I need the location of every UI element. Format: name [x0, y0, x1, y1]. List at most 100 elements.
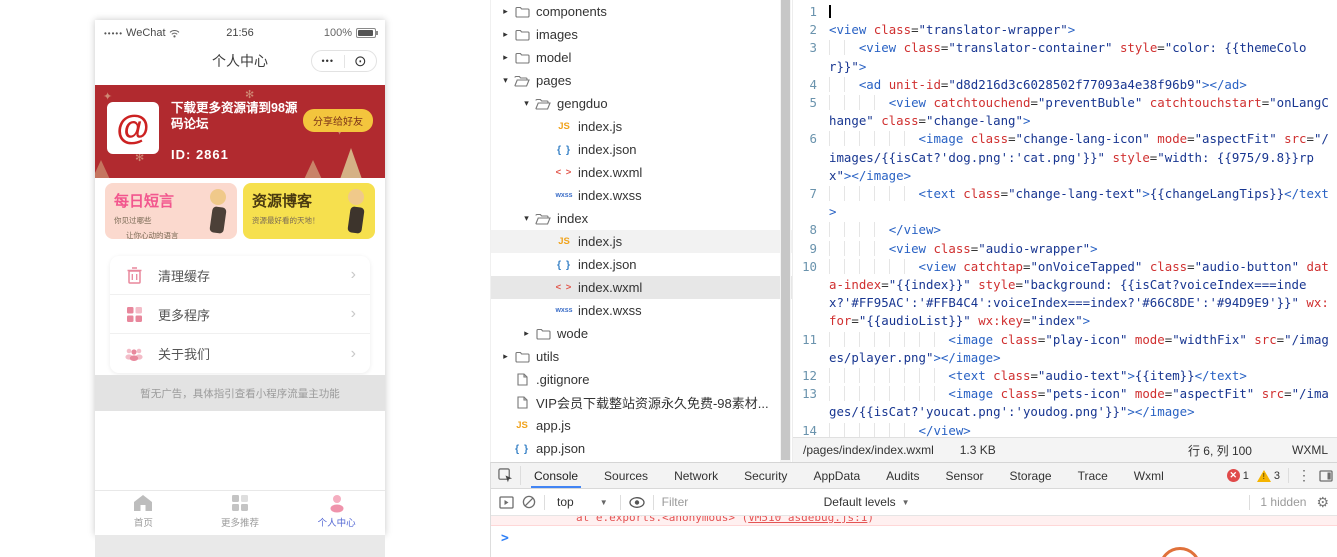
console-settings-icon[interactable]: ⚙	[1316, 494, 1329, 511]
devtools-tab-network[interactable]: Network	[661, 463, 731, 488]
tree-item[interactable]: < >index.wxml	[491, 276, 792, 299]
kebab-menu-icon[interactable]: ⋮	[1297, 467, 1311, 484]
chevron-right-icon[interactable]: ▸	[520, 328, 533, 339]
code-line[interactable]: 7 <text class="change-lang-text">{{chang…	[793, 185, 1337, 221]
code-line[interactable]: 2<view class="translator-wrapper">	[793, 21, 1337, 39]
code-line[interactable]: 12 <text class="audio-text">{{item}}</te…	[793, 367, 1337, 385]
tree-item-label: index.json	[574, 142, 637, 157]
devtools-tab-sources[interactable]: Sources	[591, 463, 661, 488]
tree-decoration	[301, 160, 325, 178]
tree-item[interactable]: ▾ pages	[491, 69, 792, 92]
code-line[interactable]: 5 <view catchtouchend="preventBuble" cat…	[793, 94, 1337, 130]
tree-item[interactable]: ▸model	[491, 46, 792, 69]
tree-item[interactable]: ▾gengduo	[491, 92, 792, 115]
inspect-element-icon[interactable]	[491, 466, 521, 485]
code-line[interactable]: 4 <ad unit-id="d8d216d3c6028502f77093a4e…	[793, 76, 1337, 94]
tree-item[interactable]: { }index.json	[491, 253, 792, 276]
console-error-message[interactable]: at e.exports.<anonymous> (VM510 asdebug.…	[491, 516, 1337, 526]
sidebar-toggle-icon[interactable]	[499, 496, 514, 509]
warning-badge[interactable]: 3	[1257, 470, 1280, 482]
line-number: 14	[793, 422, 829, 437]
tree-item[interactable]: JSindex.js	[491, 230, 792, 253]
console-prompt[interactable]: >	[491, 526, 1337, 546]
tree-item[interactable]: JSindex.js	[491, 115, 792, 138]
chevron-down-icon[interactable]: ▾	[520, 213, 533, 224]
filter-input[interactable]	[662, 495, 812, 509]
resource-blog-card[interactable]: 资源博客 资源最好看的天地！	[243, 183, 375, 239]
devtools-tab-bar: ConsoleSourcesNetworkSecurityAppDataAudi…	[491, 463, 1337, 489]
live-expression-icon[interactable]	[629, 497, 645, 508]
clear-console-icon[interactable]	[522, 495, 536, 509]
devtools-tab-wxml[interactable]: Wxml	[1121, 463, 1177, 488]
code-lines[interactable]: 12<view class="translator-wrapper">3 <vi…	[793, 0, 1337, 437]
more-menu-button[interactable]: •••	[312, 56, 344, 66]
tree-scrollbar[interactable]	[780, 0, 791, 462]
error-badge[interactable]: ✕ 1	[1227, 469, 1249, 482]
error-source-link[interactable]: VM510 asdebug.js:1	[748, 516, 867, 524]
chevron-down-icon[interactable]: ▾	[499, 75, 512, 86]
tree-item[interactable]: wxssindex.wxss	[491, 299, 792, 322]
code-line[interactable]: 14 </view>	[793, 422, 1337, 437]
devtools-tab-sensor[interactable]: Sensor	[933, 463, 997, 488]
code-line[interactable]: 10 <view catchtap="onVoiceTapped" class=…	[793, 258, 1337, 331]
code-line[interactable]: 8 </view>	[793, 221, 1337, 239]
tree-item[interactable]: { }app.json	[491, 437, 792, 460]
settings-menu: 清理缓存›更多程序›关于我们›	[110, 256, 370, 373]
tree-decoration	[95, 160, 113, 178]
code-line[interactable]: 1	[793, 3, 1337, 21]
tree-item-label: index.json	[574, 257, 637, 272]
chevron-right-icon[interactable]: ▸	[499, 351, 512, 362]
devtools-tab-console[interactable]: Console	[521, 463, 591, 488]
tabbar-item-home[interactable]: 首页	[95, 491, 192, 530]
scrollbar-thumb[interactable]	[781, 0, 790, 460]
apps-icon	[124, 304, 144, 324]
menu-item-apps[interactable]: 更多程序›	[110, 295, 370, 334]
tree-item[interactable]: { }index.json	[491, 138, 792, 161]
tree-item[interactable]: < >index.wxml	[491, 161, 792, 184]
floating-logo-icon[interactable]	[1159, 547, 1201, 557]
devtools-tab-security[interactable]: Security	[731, 463, 800, 488]
log-level-selector[interactable]: Default levels ▼	[820, 493, 914, 511]
tree-item[interactable]: ▸images	[491, 23, 792, 46]
line-number: 2	[793, 21, 829, 39]
menu-item-trash[interactable]: 清理缓存›	[110, 256, 370, 295]
code-line[interactable]: 3 <view class="translator-container" sty…	[793, 39, 1337, 75]
tree-item[interactable]: VIP会员下载整站资源永久免费-98素材...	[491, 391, 792, 414]
chevron-right-icon[interactable]: ▸	[499, 29, 512, 40]
code-line[interactable]: 6 <image class="change-lang-icon" mode="…	[793, 130, 1337, 185]
tree-item[interactable]: .gitignore	[491, 368, 792, 391]
tree-item[interactable]: ▸wode	[491, 322, 792, 345]
js-icon: JS	[512, 420, 532, 431]
language-mode-label[interactable]: WXML	[1292, 443, 1328, 457]
menu-item-people[interactable]: 关于我们›	[110, 334, 370, 373]
line-number: 11	[793, 331, 829, 367]
close-minibar-button[interactable]: ⊙	[345, 54, 377, 69]
tree-item[interactable]: wxssindex.wxss	[491, 184, 792, 207]
code-line[interactable]: 13 <image class="pets-icon" mode="aspect…	[793, 385, 1337, 421]
share-button[interactable]: 分享给好友	[303, 109, 373, 132]
promo-banner[interactable]: ✦ ✻ ✦ ✻ @ 下载更多资源请到98源码论坛 ID: 2861 分享给好友	[95, 85, 385, 178]
devtools-tab-trace[interactable]: Trace	[1065, 463, 1121, 488]
code-line[interactable]: 9 <view class="audio-wrapper">	[793, 240, 1337, 258]
tree-item[interactable]: ▾index	[491, 207, 792, 230]
chevron-right-icon[interactable]: ▸	[499, 52, 512, 63]
tabbar-item-grid[interactable]: 更多推荐	[192, 491, 289, 530]
dock-side-icon[interactable]	[1319, 470, 1333, 482]
code-line[interactable]: 11 <image class="play-icon" mode="widthF…	[793, 331, 1337, 367]
tabbar-item-person[interactable]: 个人中心	[288, 491, 385, 530]
devtools-tab-audits[interactable]: Audits	[873, 463, 932, 488]
tree-item-label: index.wxml	[574, 280, 642, 295]
tree-item[interactable]: ▸utils	[491, 345, 792, 368]
chevron-down-icon[interactable]: ▾	[520, 98, 533, 109]
tree-item-label: pages	[532, 73, 571, 88]
devtools-tab-storage[interactable]: Storage	[997, 463, 1065, 488]
devtools-tab-appdata[interactable]: AppData	[800, 463, 873, 488]
tree-item[interactable]: JSapp.js	[491, 414, 792, 437]
tree-item-label: components	[532, 4, 607, 19]
clock-label: 21:56	[195, 27, 286, 39]
line-number: 8	[793, 221, 829, 239]
context-selector[interactable]: top ▼	[553, 493, 612, 511]
daily-quote-card[interactable]: 每日短言 你见过哪些 让你心动的语言	[105, 183, 237, 239]
tree-item[interactable]: ▸ components	[491, 0, 792, 23]
chevron-right-icon[interactable]: ▸	[499, 6, 512, 17]
